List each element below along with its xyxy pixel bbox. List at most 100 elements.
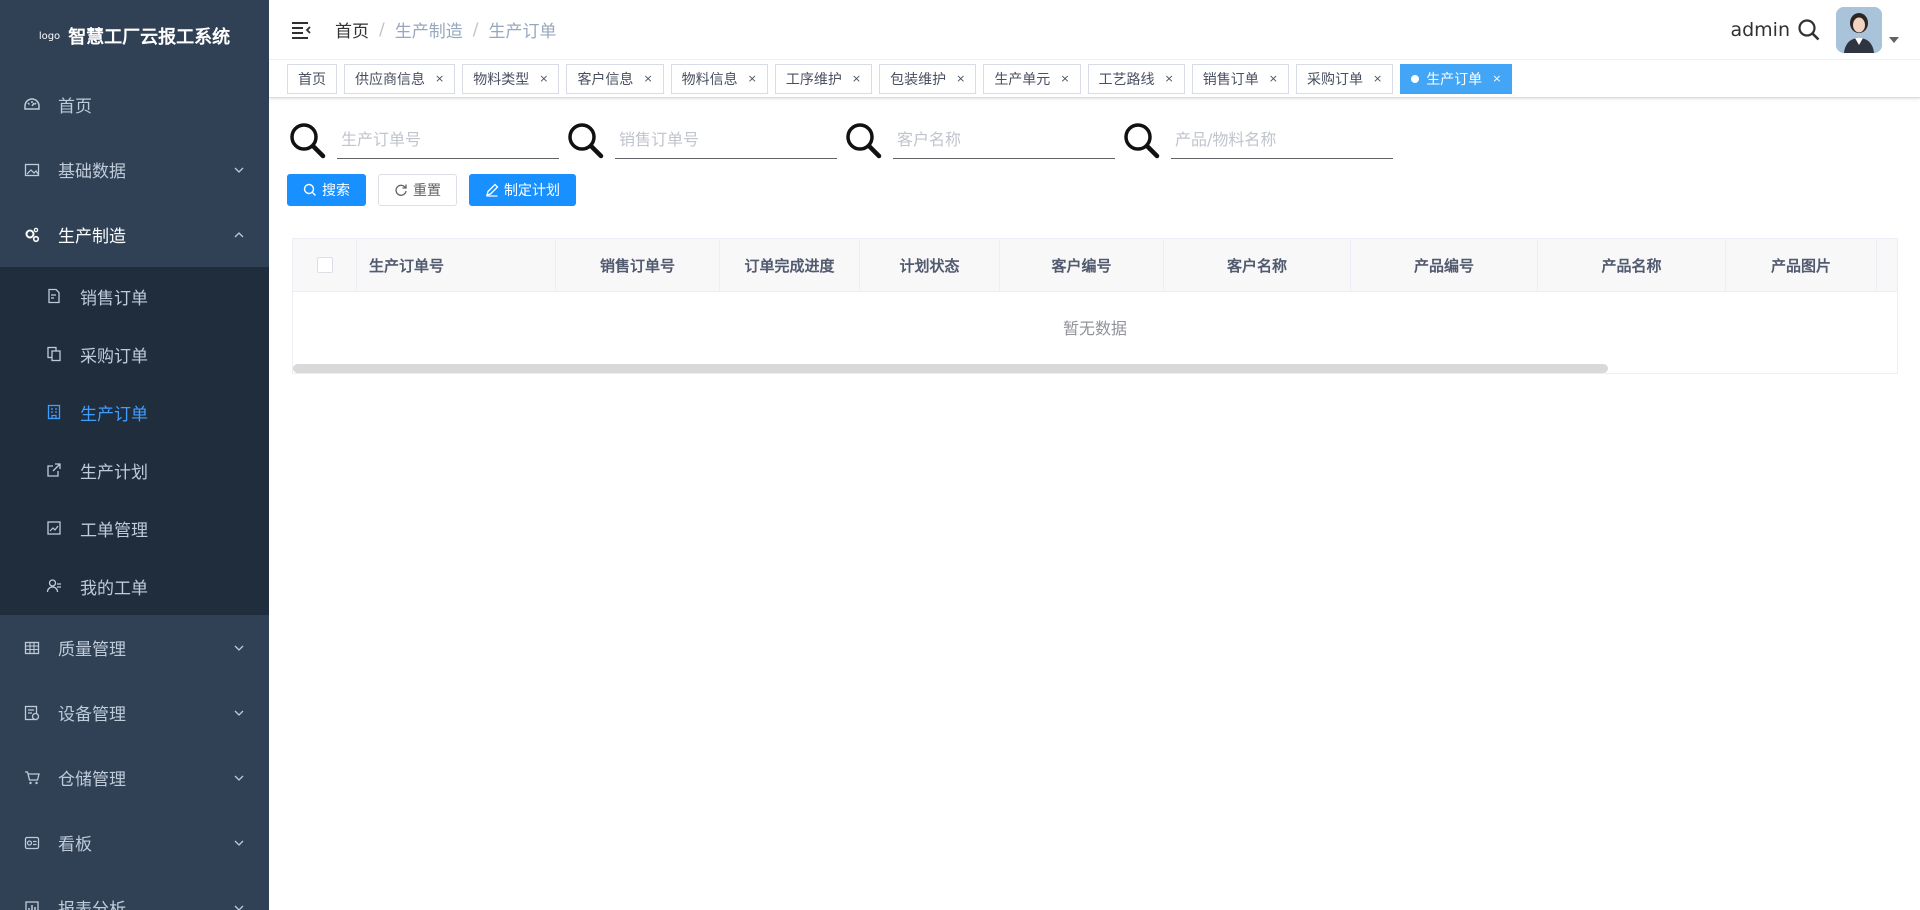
cart-icon [24, 770, 40, 786]
sidebar-item-sales-order[interactable]: 销售订单 [0, 267, 269, 325]
table-header-cell: 产品图片 [1726, 239, 1877, 291]
tag-packaging[interactable]: 包装维护 × [879, 63, 977, 94]
search-form [287, 120, 1902, 160]
close-icon[interactable]: × [1269, 72, 1278, 85]
chevron-up-icon [234, 231, 244, 237]
sidebar-item-work-order[interactable]: 工单管理 [0, 499, 269, 557]
breadcrumb-home[interactable]: 首页 [335, 17, 369, 42]
close-icon[interactable]: × [435, 72, 444, 85]
search-button[interactable]: 搜索 [287, 174, 366, 206]
gears-icon [24, 227, 40, 243]
close-icon[interactable]: × [1165, 72, 1174, 85]
tag-sales-order[interactable]: 销售订单 × [1191, 63, 1289, 94]
image-icon [24, 162, 40, 178]
sidebar-item-label: 基础数据 [58, 162, 126, 182]
chevron-down-icon [234, 775, 244, 781]
board-icon [24, 835, 40, 851]
sidebar-item-quality[interactable]: 质量管理 [0, 615, 269, 680]
search-button-label: 搜索 [322, 183, 350, 199]
sidebar-item-reports[interactable]: 报表分析 [0, 875, 269, 910]
tag-label: 采购订单 [1306, 71, 1363, 88]
sidebar-item-production[interactable]: 生产制造 [0, 202, 269, 267]
tag-supplier[interactable]: 供应商信息 × [344, 63, 456, 94]
sidebar-item-label: 销售订单 [80, 288, 148, 309]
chevron-down-icon [234, 905, 244, 910]
tag-home[interactable]: 首页 [287, 63, 337, 94]
tag-label: 物料信息 [681, 71, 738, 88]
sidebar-item-label: 生产计划 [80, 462, 148, 483]
sidebar-item-production-order[interactable]: 生产订单 [0, 383, 269, 441]
breadcrumb: 首页 / 生产制造 / 生产订单 [335, 17, 556, 43]
sidebar-item-label: 质量管理 [58, 640, 126, 660]
chevron-down-icon [234, 840, 244, 846]
search-field-customer [843, 120, 1115, 160]
caret-down-icon[interactable] [1888, 34, 1900, 46]
sidebar: logo 智慧工厂云报工系统 首页 基础数据 生产制造 销售订单 采购订单 生产… [0, 0, 269, 910]
avatar[interactable] [1836, 7, 1882, 53]
refresh-icon [395, 184, 407, 196]
production-order-input[interactable] [337, 121, 559, 159]
chevron-down-icon [234, 645, 244, 651]
search-field-production-order [287, 120, 559, 160]
close-icon[interactable]: × [852, 72, 861, 85]
navbar: 首页 / 生产制造 / 生产订单 admin [269, 0, 1920, 60]
product-name-input[interactable] [1171, 121, 1393, 159]
tag-production-order[interactable]: 生产订单 × [1400, 63, 1513, 94]
search-icon[interactable] [1796, 17, 1822, 43]
logo-mark: logo [38, 30, 61, 42]
table-icon [24, 640, 40, 656]
tag-label: 客户信息 [577, 71, 634, 88]
tag-label: 工序维护 [785, 71, 842, 88]
table-header: 生产订单号 销售订单号 订单完成进度 计划状态 客户编号 客户名称 产品编号 产… [293, 239, 1897, 292]
equipment-icon [24, 705, 40, 721]
sidebar-item-kanban[interactable]: 看板 [0, 810, 269, 875]
active-dot [1411, 74, 1420, 83]
sidebar-item-warehouse[interactable]: 仓储管理 [0, 745, 269, 810]
tag-purchase-order[interactable]: 采购订单 × [1295, 63, 1394, 94]
search-field-sales-order [565, 120, 837, 160]
sales-order-input[interactable] [615, 121, 837, 159]
tag-label: 物料类型 [473, 71, 530, 88]
table-header-cell: 订单完成进度 [720, 239, 860, 291]
close-icon[interactable]: × [748, 72, 757, 85]
tag-label: 生产订单 [1426, 71, 1483, 88]
close-icon[interactable]: × [956, 72, 965, 85]
production-order-table: 生产订单号 销售订单号 订单完成进度 计划状态 客户编号 客户名称 产品编号 产… [292, 238, 1898, 374]
tag-material[interactable]: 物料信息 × [670, 63, 768, 94]
dashboard-icon [24, 97, 40, 113]
tag-label: 销售订单 [1202, 71, 1259, 88]
table-header-cell: 客户名称 [1164, 239, 1351, 291]
table-header-cell: 产品名称 [1538, 239, 1726, 291]
sidebar-item-basic-data[interactable]: 基础数据 [0, 137, 269, 202]
submenu-production: 销售订单 采购订单 生产订单 生产计划 工单管理 我的工单 [0, 267, 269, 615]
tag-production-unit[interactable]: 生产单元 × [983, 63, 1081, 94]
reset-button[interactable]: 重置 [378, 174, 457, 206]
close-icon[interactable]: × [1060, 72, 1069, 85]
right-menu: admin [1730, 0, 1900, 60]
sidebar-logo[interactable]: logo 智慧工厂云报工系统 [0, 0, 269, 72]
sidebar-item-my-work-order[interactable]: 我的工单 [0, 557, 269, 615]
sidebar-item-equipment[interactable]: 设备管理 [0, 680, 269, 745]
search-icon [1124, 123, 1160, 159]
tag-customer[interactable]: 客户信息 × [566, 63, 664, 94]
tag-process[interactable]: 工序维护 × [774, 63, 873, 94]
close-icon[interactable]: × [643, 72, 652, 85]
make-plan-button[interactable]: 制定计划 [469, 174, 576, 206]
horizontal-scrollbar[interactable] [293, 364, 1608, 373]
app-title: 智慧工厂云报工系统 [68, 27, 231, 48]
search-icon [303, 183, 316, 196]
username: admin [1730, 19, 1790, 41]
sidebar-item-home[interactable]: 首页 [0, 72, 269, 137]
close-icon[interactable]: × [1492, 72, 1501, 85]
reset-button-label: 重置 [413, 183, 441, 199]
tag-material-type[interactable]: 物料类型 × [462, 63, 560, 94]
sidebar-item-production-plan[interactable]: 生产计划 [0, 441, 269, 499]
close-icon[interactable]: × [1373, 72, 1382, 85]
sidebar-item-purchase-order[interactable]: 采购订单 [0, 325, 269, 383]
sidebar-item-label: 看板 [58, 835, 92, 855]
select-all-checkbox[interactable] [316, 257, 333, 273]
hamburger-icon[interactable] [289, 18, 313, 42]
customer-name-input[interactable] [893, 121, 1115, 159]
tag-routing[interactable]: 工艺路线 × [1087, 63, 1185, 94]
close-icon[interactable]: × [539, 72, 548, 85]
